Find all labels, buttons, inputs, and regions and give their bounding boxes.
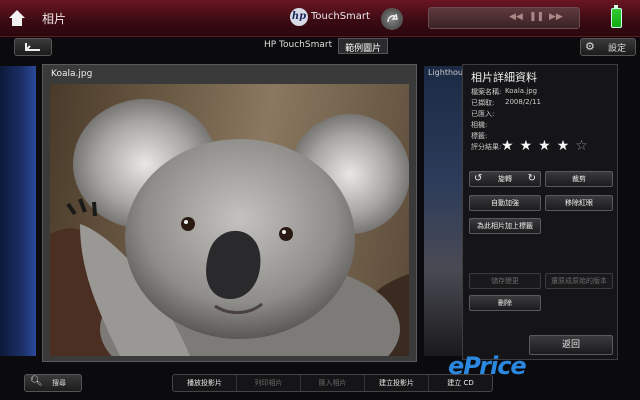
star-icon[interactable]: ★ bbox=[557, 139, 570, 153]
play-slideshow-button[interactable]: 播放投影片 bbox=[173, 375, 237, 391]
search-button[interactable]: 🔍︎ 搜尋 bbox=[24, 374, 82, 392]
crop-button[interactable]: 裁剪 bbox=[545, 171, 613, 187]
field-value: 2008/2/11 bbox=[505, 98, 541, 106]
field-label: 已匯入: bbox=[471, 110, 495, 118]
star-icon[interactable]: ★ bbox=[501, 139, 514, 153]
settings-button[interactable]: ⚙ 設定 bbox=[580, 38, 636, 56]
field-captured: 已擷取: 2008/2/11 bbox=[471, 98, 541, 108]
field-label: 相機: bbox=[471, 121, 488, 129]
restore-original-button[interactable]: 還原成原始的版本 bbox=[545, 273, 613, 289]
field-imported: 已匯入: bbox=[471, 109, 494, 119]
field-filename: 檔案名稱: Koala.jpg bbox=[471, 87, 537, 97]
remove-redeye-button[interactable]: 移除紅眼 bbox=[545, 195, 613, 211]
back-arrow-icon bbox=[25, 43, 40, 51]
star-empty-icon[interactable]: ☆ bbox=[575, 139, 588, 153]
breadcrumb: HP TouchSmart 範例圖片 bbox=[258, 38, 389, 54]
media-controls: ◀◀ ❚❚ ▶▶ bbox=[428, 7, 580, 29]
nav-row: HP TouchSmart 範例圖片 ⚙ 設定 bbox=[0, 38, 640, 56]
details-title: 相片詳細資料 bbox=[471, 71, 537, 84]
top-bar: 相片 hp TouchSmart ◀◀ ❚❚ ▶▶ bbox=[0, 0, 640, 37]
home-icon bbox=[9, 10, 25, 26]
bottom-bar: 🔍︎ 搜尋 播放投影片 列印相片 匯入相片 建立投影片 建立 CD bbox=[0, 372, 640, 394]
koala-photo[interactable] bbox=[50, 84, 409, 356]
star-icon[interactable]: ★ bbox=[538, 139, 551, 153]
pause-icon[interactable]: ❚❚ bbox=[529, 12, 544, 22]
breadcrumb-hp-touchsmart[interactable]: HP TouchSmart bbox=[258, 38, 338, 54]
brand-name: TouchSmart bbox=[311, 11, 370, 22]
app-title: 相片 bbox=[42, 12, 67, 26]
field-tags: 標籤: bbox=[471, 131, 487, 141]
watermark-logo: ePrice bbox=[448, 352, 527, 380]
rotate-left-icon[interactable]: ↺ bbox=[474, 172, 482, 186]
save-changes-button[interactable]: 儲存變更 bbox=[469, 273, 541, 289]
search-icon: 🔍︎ bbox=[30, 376, 43, 387]
rating-stars: ★ ★ ★ ★ ☆ bbox=[501, 139, 588, 153]
field-camera: 相機: bbox=[471, 120, 487, 130]
swirl-icon bbox=[387, 13, 398, 23]
previous-icon[interactable]: ◀◀ bbox=[509, 12, 523, 22]
field-rating: 評分結果: bbox=[471, 142, 501, 152]
field-label: 已擷取: bbox=[471, 99, 495, 107]
home-button[interactable] bbox=[6, 7, 28, 29]
settings-label: 設定 bbox=[608, 44, 627, 54]
field-label: 評分結果: bbox=[471, 143, 502, 151]
koala-image bbox=[50, 99, 409, 356]
hp-logo: hp bbox=[290, 8, 308, 26]
rotate-label: 旋轉 bbox=[498, 175, 512, 183]
print-photo-button[interactable]: 列印相片 bbox=[237, 375, 301, 391]
next-icon[interactable]: ▶▶ bbox=[549, 12, 563, 22]
delete-button[interactable]: 刪除 bbox=[469, 295, 541, 311]
gear-icon: ⚙ bbox=[585, 40, 595, 53]
battery-icon bbox=[611, 5, 622, 28]
photo-details-panel: 相片詳細資料 檔案名稱: Koala.jpg 已擷取: 2008/2/11 已匯… bbox=[462, 64, 618, 360]
rotate-right-icon[interactable]: ↻ bbox=[528, 172, 536, 186]
return-button[interactable]: 返回 bbox=[529, 335, 613, 355]
breadcrumb-sample-pictures[interactable]: 範例圖片 bbox=[338, 38, 389, 54]
back-arrow-button[interactable] bbox=[14, 38, 52, 56]
current-photo-frame: Koala.jpg bbox=[42, 64, 417, 362]
field-label: 標籤: bbox=[471, 132, 488, 140]
import-photo-button[interactable]: 匯入相片 bbox=[301, 375, 365, 391]
rotate-button[interactable]: ↺ 旋轉 ↻ bbox=[469, 171, 541, 187]
field-label: 檔案名稱: bbox=[471, 88, 502, 96]
star-icon[interactable]: ★ bbox=[520, 139, 533, 153]
add-tag-button[interactable]: 為此相片加上標籤 bbox=[469, 218, 541, 234]
create-slideshow-button[interactable]: 建立投影片 bbox=[365, 375, 429, 391]
search-label: 搜尋 bbox=[52, 379, 66, 387]
swirl-button[interactable] bbox=[381, 8, 403, 30]
field-value: Koala.jpg bbox=[505, 87, 538, 95]
current-photo-filename: Koala.jpg bbox=[51, 69, 93, 79]
auto-enhance-button[interactable]: 自動加強 bbox=[469, 195, 541, 211]
previous-photo-thumbnail[interactable] bbox=[0, 66, 36, 356]
next-photo-thumbnail[interactable]: Lighthouse.jpg bbox=[424, 66, 487, 356]
action-toolbar: 播放投影片 列印相片 匯入相片 建立投影片 建立 CD bbox=[172, 374, 493, 392]
